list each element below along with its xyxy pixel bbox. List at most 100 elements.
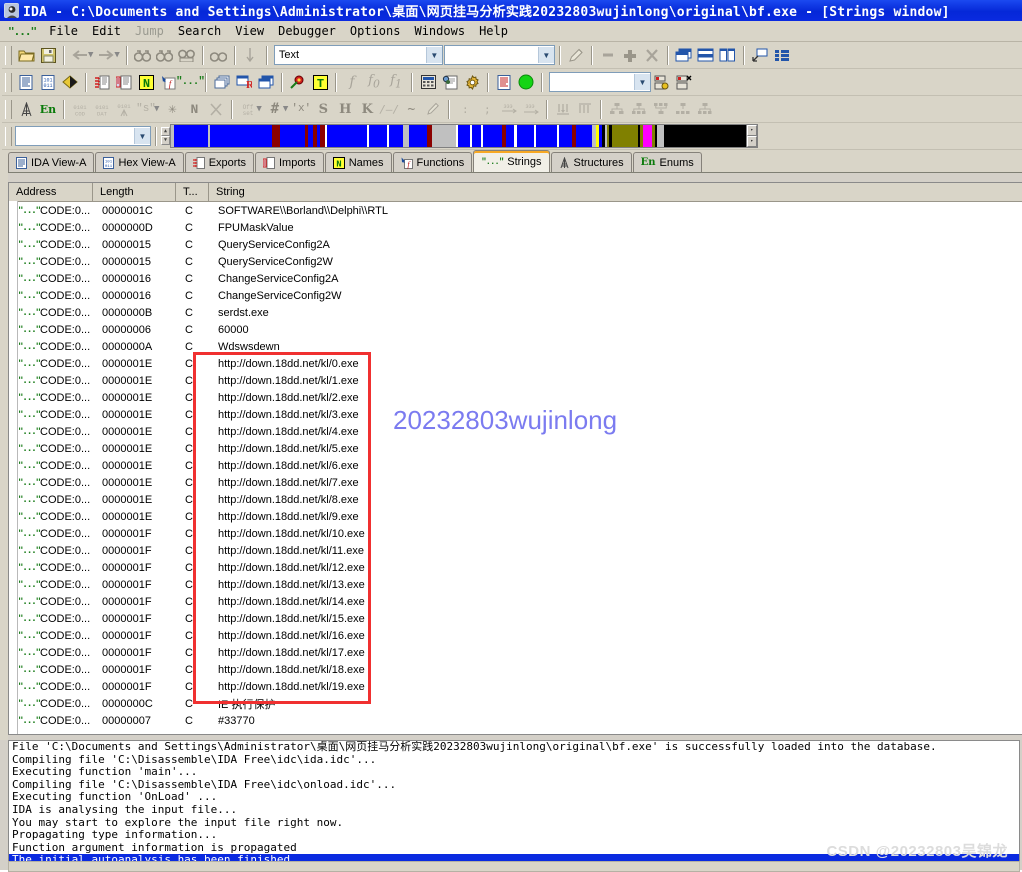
navigator-scroll-buttons[interactable]: ▸ ▸ [747,124,758,148]
graph-xrefs-to-icon[interactable] [672,99,694,120]
quick-name-combo[interactable]: ▼ [15,126,151,146]
menu-item-view[interactable]: View [228,23,271,39]
tile-vertical-icon[interactable] [717,45,739,66]
tab-ida-view-a[interactable]: IDA View-A [8,152,95,172]
table-row[interactable]: "..." CODE:0... 0000001E Chttp://down.18dd.… [18,508,1022,525]
toolbar-grip[interactable] [5,126,12,146]
table-row[interactable]: "..." CODE:0... 0000001F Chttp://down.18dd.… [18,644,1022,661]
table-row[interactable]: "..." CODE:0... 0000001F Chttp://down.18dd.… [18,678,1022,695]
menu-item-jump[interactable]: Jump [128,23,171,39]
table-row[interactable]: "..." CODE:0... 00000016 C ChangeServiceConf… [18,287,1022,304]
delete-breakpoint-icon[interactable] [673,72,695,93]
struct-offset-h-icon[interactable]: H [334,99,356,120]
graph-flowchart-icon[interactable] [606,99,628,120]
rename-n-icon[interactable]: N [183,99,205,120]
signature-icon[interactable] [287,72,309,93]
tab-exports[interactable]: Exports [184,152,254,172]
open-file-icon[interactable] [15,45,37,66]
navigator-band[interactable] [170,124,747,148]
search-type-combo[interactable]: Text ▼ [273,45,443,65]
table-row[interactable]: "..." CODE:0... 0000000B Cserdst.exe [18,304,1022,321]
strings-list-body[interactable]: "..." CODE:0... 0000001C C SOFTWARE\\Borland… [18,202,1022,729]
back-arrow-icon[interactable] [69,45,91,66]
tab-enums[interactable]: En Enums [632,152,702,172]
graph-callers-icon[interactable] [628,99,650,120]
table-row[interactable]: "..." CODE:0... 0000001F Chttp://down.18dd.… [18,525,1022,542]
table-row[interactable]: "..." CODE:0... 0000001E Chttp://down.18dd.… [18,474,1022,491]
function-fn-icon[interactable]: f1 [385,72,407,93]
chevron-down-icon[interactable]: ▼ [425,47,442,63]
menu-item-help[interactable]: Help [472,23,515,39]
column-header-length[interactable]: Length [93,183,176,201]
tab-strings[interactable]: "..." Strings [473,150,550,172]
undefine-x-icon[interactable] [205,99,227,120]
column-header-type[interactable]: T... [176,183,209,201]
rename-segment-icon[interactable]: R [233,72,255,93]
menu-item-search[interactable]: Search [171,23,228,39]
graph-callees-icon[interactable] [650,99,672,120]
table-row[interactable]: "..." CODE:0... 0000001F Chttp://down.18dd.… [18,593,1022,610]
comment-pencil-icon[interactable] [422,99,444,120]
add-breakpoint-icon[interactable] [651,72,673,93]
list-view-icon[interactable] [771,45,793,66]
structures-diamond-icon[interactable] [59,72,81,93]
table-row[interactable]: "..." CODE:0... 0000001F Chttp://down.18dd.… [18,610,1022,627]
jump-address-combo[interactable]: ▼ [549,72,651,92]
segments-icon[interactable] [211,72,233,93]
table-row[interactable]: "..." CODE:0... 00000015 C QueryServiceConfi… [18,236,1022,253]
pencil-edit-icon[interactable] [565,45,587,66]
chevron-down-icon[interactable]: ▼ [537,47,554,63]
table-row[interactable]: "..." CODE:0... 0000001E Chttp://down.18dd.… [18,372,1022,389]
function-italic-f-icon[interactable]: f [341,72,363,93]
binocular-single-icon[interactable] [208,45,230,66]
align-code-icon[interactable]: ЭЭЭ [498,99,520,120]
tile-horizontal-icon[interactable] [695,45,717,66]
anterior-comment-icon[interactable]: ; [476,99,498,120]
menu-item-edit[interactable]: Edit [85,23,128,39]
tab-functions[interactable]: f Functions [392,152,473,172]
make-string-icon[interactable]: "s" [135,99,157,120]
tab-hex-view-a[interactable]: 101 011 Hex View-A [95,152,184,172]
make-data-icon[interactable]: 0101 DAT [91,99,113,120]
save-file-icon[interactable] [37,45,59,66]
run-green-circle-icon[interactable] [515,72,537,93]
search-scope-combo[interactable]: ▼ [443,45,555,65]
offset-icon[interactable]: Off set [237,99,259,120]
forward-arrow-icon[interactable] [95,45,117,66]
table-row[interactable]: "..." CODE:0... 0000000A C Wdswsdewn [18,338,1022,355]
binocular-search-next-icon[interactable] [154,45,176,66]
binocular-search-icon[interactable] [132,45,154,66]
tab-names[interactable]: N Names [324,152,392,172]
names-n-icon[interactable]: N [135,72,157,93]
arrange-icons-icon[interactable] [749,45,771,66]
tab-structures[interactable]: Structures [550,152,632,172]
disassembly-view-icon[interactable] [15,72,37,93]
hex-view-icon[interactable]: 101 011 [37,72,59,93]
minus-remove-icon[interactable] [597,45,619,66]
number-hash-icon[interactable]: # [264,99,286,120]
repeat-comment-icon[interactable]: : [454,99,476,120]
jump-in-function-icon[interactable] [552,99,574,120]
table-row[interactable]: "..." CODE:0... 00000015 C QueryServiceConfi… [18,253,1022,270]
exports-icon[interactable] [91,72,113,93]
table-row[interactable]: "..." CODE:0... 0000001C C SOFTWARE\\Borland… [18,202,1022,219]
manual-operand-icon[interactable]: /–/ [378,99,400,120]
tab-imports[interactable]: Imports [255,152,324,172]
strings-quote-icon[interactable]: "..." [176,72,205,93]
table-row[interactable]: "..." CODE:0... 0000000C C IE 执行保护 [18,695,1022,712]
column-header-string[interactable]: String [209,183,1022,201]
convert-icon[interactable]: ЭЭЭ [520,99,542,120]
jump-down-icon[interactable] [240,45,262,66]
stack-var-k-icon[interactable]: K [356,99,378,120]
table-row[interactable]: "..." CODE:0... 0000001F Chttp://down.18dd.… [18,559,1022,576]
chevron-down-icon[interactable]: ▼ [634,74,650,90]
make-code-icon[interactable]: 0101 COD [69,99,91,120]
segment-s-icon[interactable]: S [312,99,334,120]
table-row[interactable]: "..." CODE:0... 0000000D C FPUMaskValue [18,219,1022,236]
enums-en-icon[interactable]: En [37,99,59,120]
table-row[interactable]: "..." CODE:0... 0000001F Chttp://down.18dd.… [18,661,1022,678]
chevron-down-icon[interactable]: ▼ [134,128,150,144]
delete-x-icon[interactable] [641,45,663,66]
toolbar-grip[interactable] [5,99,12,119]
column-header-address[interactable]: Address [9,183,93,201]
